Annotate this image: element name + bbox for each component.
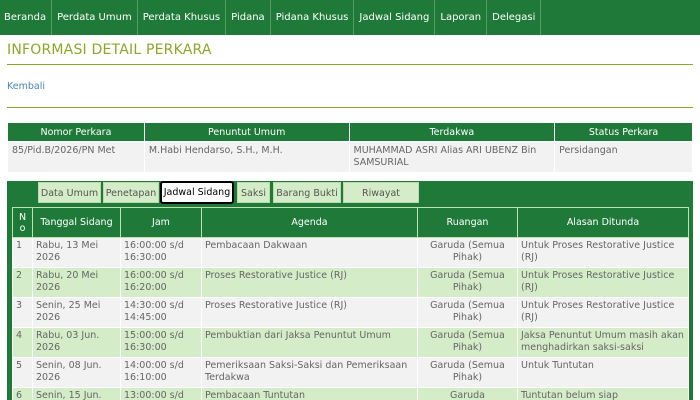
case-info-table: Nomor Perkara Penuntut Umum Terdakwa Sta…	[7, 122, 693, 173]
row-no: 2	[12, 267, 33, 298]
row-date: Senin, 08 Jun. 2026	[32, 357, 121, 388]
header-no: No	[12, 207, 33, 238]
header-jam: Jam	[120, 207, 202, 238]
tab-penetapan[interactable]: Penetapan	[103, 182, 159, 203]
row-time: 15:00:00 s/d 16:30:00	[120, 327, 202, 358]
row-agenda: Pembacaan Tuntutan	[201, 387, 418, 400]
row-reason: Tuntutan belum siap	[517, 387, 689, 400]
table-row: 4 Rabu, 03 Jun. 2026 15:00:00 s/d 16:30:…	[12, 327, 689, 358]
prosecutor: M.Habi Hendarso, S.H., M.H.	[143, 141, 350, 173]
row-time: 14:30:00 s/d 14:45:00	[120, 297, 202, 328]
row-room: Garuda (Semua Pihak)	[417, 267, 518, 298]
nav-item-jadwal-sidang[interactable]: Jadwal Sidang	[354, 0, 436, 35]
table-row: 3 Senin, 25 Mei 2026 14:30:00 s/d 14:45:…	[12, 297, 689, 328]
defendant: MUHAMMAD ASRI Alias ARI UBENZ Bin SAMSUR…	[348, 141, 556, 173]
nav-item-laporan[interactable]: Laporan	[435, 0, 488, 35]
header-agenda: Agenda	[201, 207, 418, 238]
row-no: 5	[12, 357, 33, 388]
row-room: Garuda	[417, 387, 518, 400]
header-alasan-ditunda: Alasan Ditunda	[517, 207, 689, 238]
row-room: Garuda (Semua Pihak)	[417, 357, 518, 388]
tab-bar: Data Umum Penetapan Jadwal Sidang Saksi …	[7, 181, 693, 220]
nav-item-pidana[interactable]: Pidana	[226, 0, 271, 35]
row-agenda: Pemeriksaan Saksi-Saksi dan Pemeriksaan …	[201, 357, 418, 388]
table-row: 1 Rabu, 13 Mei 2026 16:00:00 s/d 16:30:0…	[12, 237, 689, 268]
header-status-perkara: Status Perkara	[554, 122, 693, 142]
row-date: Rabu, 20 Mei 2026	[32, 267, 121, 298]
tab-jadwal-sidang[interactable]: Jadwal Sidang	[160, 181, 234, 204]
title-divider	[7, 64, 693, 65]
header-tanggal-sidang: Tanggal Sidang	[32, 207, 121, 238]
table-row: 2 Rabu, 20 Mei 2026 16:00:00 s/d 16:20:0…	[12, 267, 689, 298]
schedule-table: No Tanggal Sidang Jam Agenda Ruangan Ala…	[12, 207, 689, 400]
top-navigation: Beranda Perdata Umum Perdata Khusus Pida…	[0, 0, 700, 35]
row-no: 6	[12, 387, 33, 400]
tab-riwayat-perkara[interactable]: Riwayat Perkara	[343, 182, 419, 220]
row-date: Rabu, 03 Jun. 2026	[32, 327, 121, 358]
schedule-header-row: No Tanggal Sidang Jam Agenda Ruangan Ala…	[12, 207, 689, 238]
header-ruangan: Ruangan	[417, 207, 518, 238]
nav-item-perdata-umum[interactable]: Perdata Umum	[52, 0, 138, 35]
page-title: INFORMASI DETAIL PERKARA	[7, 42, 212, 58]
nav-item-pidana-khusus[interactable]: Pidana Khusus	[271, 0, 355, 35]
case-info-header-row: Nomor Perkara Penuntut Umum Terdakwa Sta…	[7, 122, 693, 142]
section-divider	[7, 107, 693, 108]
header-terdakwa: Terdakwa	[348, 122, 556, 142]
row-agenda: Proses Restorative Justice (RJ)	[201, 297, 418, 328]
case-info-row: 85/Pid.B/2026/PN Met M.Habi Hendarso, S.…	[7, 141, 693, 173]
row-room: Garuda (Semua Pihak)	[417, 237, 518, 268]
row-date: Senin, 25 Mei 2026	[32, 297, 121, 328]
tab-data-umum[interactable]: Data Umum	[38, 182, 101, 203]
row-time: 13:00:00 s/d	[120, 387, 202, 400]
row-room: Garuda (Semua Pihak)	[417, 297, 518, 328]
nav-item-beranda[interactable]: Beranda	[0, 0, 53, 35]
row-reason: Jaksa Penuntut Umum masih akan menghadir…	[517, 327, 689, 358]
row-time: 16:00:00 s/d 16:30:00	[120, 237, 202, 268]
table-row: 5 Senin, 08 Jun. 2026 14:00:00 s/d 16:10…	[12, 357, 689, 388]
case-status: Persidangan	[554, 141, 693, 173]
row-reason: Untuk Proses Restorative Justice (RJ)	[517, 297, 689, 328]
row-reason: Untuk Tuntutan	[517, 357, 689, 388]
row-agenda: Pembacaan Dakwaan	[201, 237, 418, 268]
header-penuntut-umum: Penuntut Umum	[143, 122, 350, 142]
nav-item-delegasi[interactable]: Delegasi	[487, 0, 542, 35]
tab-saksi[interactable]: Saksi	[237, 182, 270, 203]
table-row: 6 Senin, 15 Jun. 13:00:00 s/d Pembacaan …	[12, 387, 689, 400]
tab-barang-bukti[interactable]: Barang Bukti	[273, 182, 341, 203]
row-time: 14:00:00 s/d 16:10:00	[120, 357, 202, 388]
row-time: 16:00:00 s/d 16:20:00	[120, 267, 202, 298]
row-date: Rabu, 13 Mei 2026	[32, 237, 121, 268]
row-no: 1	[12, 237, 33, 268]
row-agenda: Pembuktian dari Jaksa Penuntut Umum	[201, 327, 418, 358]
row-date: Senin, 15 Jun.	[32, 387, 121, 400]
row-no: 4	[12, 327, 33, 358]
nav-item-perdata-khusus[interactable]: Perdata Khusus	[138, 0, 227, 35]
row-reason: Untuk Proses Restorative Justice (RJ)	[517, 267, 689, 298]
row-room: Garuda (Semua Pihak)	[417, 327, 518, 358]
back-link[interactable]: Kembali	[7, 81, 45, 92]
row-no: 3	[12, 297, 33, 328]
row-reason: Untuk Proses Restorative Justice (RJ)	[517, 237, 689, 268]
row-agenda: Proses Restorative Justice (RJ)	[201, 267, 418, 298]
tab-panel: Data Umum Penetapan Jadwal Sidang Saksi …	[7, 181, 693, 400]
case-number: 85/Pid.B/2026/PN Met	[7, 141, 145, 173]
header-nomor-perkara: Nomor Perkara	[7, 122, 145, 142]
